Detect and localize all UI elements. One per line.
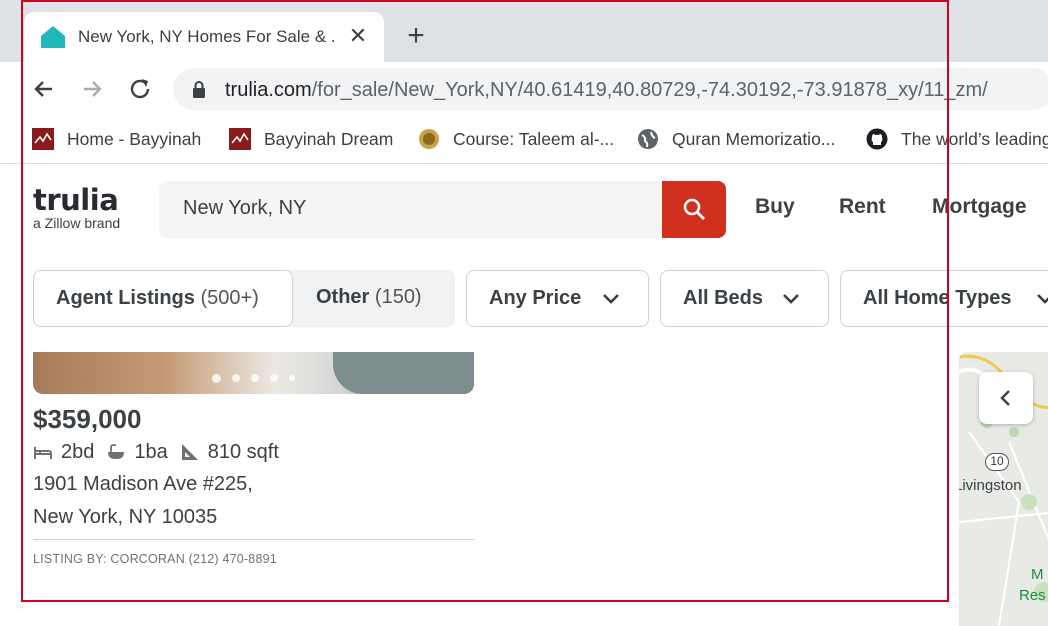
baths-value: 1ba — [134, 440, 168, 463]
listing-by: LISTING BY: CORCORAN (212) 470-8891 — [33, 552, 277, 566]
carousel-dot[interactable] — [232, 374, 240, 382]
home-types-label: All Home Types — [863, 287, 1012, 309]
map[interactable]: 10 Livingston M Res — [959, 352, 1048, 626]
chevron-down-icon — [1037, 294, 1048, 304]
close-icon[interactable]: ✕ — [346, 24, 370, 48]
reload-icon[interactable] — [126, 75, 154, 103]
bookmark-label: Bayyinah Dream — [264, 128, 394, 149]
map-place-label: Livingston — [959, 477, 1022, 494]
listing-photo[interactable] — [33, 352, 474, 394]
trulia-logo[interactable]: trulia — [33, 184, 119, 216]
url-domain: trulia.com — [225, 79, 312, 101]
bayyinah-icon — [229, 128, 251, 150]
url-text: trulia.com/for_sale/New_York,NY/40.61419… — [225, 79, 988, 102]
beds-label: All Beds — [683, 287, 764, 309]
divider — [33, 539, 474, 540]
other-listings-tab[interactable]: Other (150) — [316, 286, 422, 309]
bookmark-label: Quran Memorizatio... — [672, 128, 836, 149]
bookmarks-bar: Home - Bayyinah Bayyinah Dream Course: T… — [0, 116, 1048, 164]
carousel-dot[interactable] — [270, 374, 278, 382]
bookmark-bayyinah-dream[interactable]: Bayyinah Dream — [229, 126, 393, 152]
route-marker: 10 — [985, 453, 1009, 471]
address-line-1[interactable]: 1901 Madison Ave #225, — [33, 473, 253, 496]
photo-couch — [333, 352, 474, 394]
search-input[interactable] — [183, 197, 643, 220]
bed-icon — [34, 447, 52, 459]
bayyinah-icon — [32, 128, 54, 150]
bookmark-github[interactable]: The world’s leading — [866, 126, 1048, 152]
other-listings-count: (150) — [374, 286, 422, 308]
map-collapse-button[interactable] — [979, 372, 1033, 424]
nav-rent[interactable]: Rent — [839, 195, 886, 219]
plus-icon[interactable]: + — [404, 21, 428, 51]
chevron-down-icon — [603, 294, 619, 304]
nav-mortgage[interactable]: Mortgage — [932, 195, 1027, 219]
map-place-text: Livingston — [959, 477, 1022, 494]
logo-tagline: a Zillow brand — [33, 215, 121, 231]
price-label: Any Price — [489, 287, 582, 309]
bookmark-course-taleem[interactable]: Course: Taleem al-... — [418, 126, 614, 152]
search-button[interactable] — [662, 181, 726, 238]
bathtub-icon — [108, 444, 125, 459]
tab-title: New York, NY Homes For Sale & ... — [78, 27, 334, 46]
globe-icon — [638, 129, 658, 149]
chevron-left-icon — [1000, 390, 1010, 406]
browser-tab-strip: New York, NY Homes For Sale & ... ✕ + — [0, 0, 1048, 62]
bookmark-home-bayyinah[interactable]: Home - Bayyinah — [32, 126, 201, 152]
forward-arrow-icon[interactable] — [78, 75, 106, 103]
map-label-res: Res — [1019, 587, 1046, 604]
github-icon — [866, 128, 888, 150]
sqft-value: 810 sqft — [207, 440, 279, 463]
carousel-dot[interactable] — [212, 374, 221, 383]
search-box — [159, 181, 663, 238]
agent-listings-count: (500+) — [200, 287, 259, 309]
lock-icon — [193, 81, 205, 98]
search-icon — [683, 198, 705, 220]
listing-price[interactable]: $359,000 — [33, 404, 141, 435]
bookmark-quran-memorization[interactable]: Quran Memorizatio... — [637, 126, 835, 152]
carousel-dot[interactable] — [289, 375, 295, 381]
bookmark-label: Course: Taleem al-... — [453, 128, 615, 149]
agent-listings-label: Agent Listings — [56, 287, 195, 309]
nav-buy[interactable]: Buy — [755, 195, 795, 219]
home-types-dropdown[interactable]: All Home Types — [840, 270, 1048, 327]
browser-toolbar: trulia.com/for_sale/New_York,NY/40.61419… — [0, 62, 1048, 116]
beds-dropdown[interactable]: All Beds — [660, 270, 829, 327]
url-path: /for_sale/New_York,NY/40.61419,40.80729,… — [311, 79, 988, 101]
browser-tab[interactable]: New York, NY Homes For Sale & ... ✕ — [24, 12, 384, 62]
address-bar[interactable]: trulia.com/for_sale/New_York,NY/40.61419… — [173, 68, 1048, 110]
price-dropdown[interactable]: Any Price — [466, 270, 649, 327]
address-line-2[interactable]: New York, NY 10035 — [33, 506, 217, 529]
listing-type-toggle: Agent Listings (500+) Other (150) — [33, 270, 455, 327]
listing-facts: 2bd 1ba 810 sqft — [33, 440, 291, 464]
trulia-home-icon — [41, 26, 65, 48]
chevron-down-icon — [783, 294, 799, 304]
other-listings-label: Other — [316, 286, 370, 308]
map-label-m: M — [1031, 566, 1044, 583]
agent-listings-tab[interactable]: Agent Listings (500+) — [33, 270, 293, 327]
back-arrow-icon[interactable] — [30, 75, 58, 103]
bookmark-label: The world’s leading — [901, 128, 1048, 149]
beds-value: 2bd — [61, 440, 95, 463]
coin-icon — [419, 129, 439, 149]
bookmark-label: Home - Bayyinah — [67, 128, 202, 149]
carousel-dot[interactable] — [251, 374, 259, 382]
ruler-triangle-icon — [181, 444, 198, 460]
